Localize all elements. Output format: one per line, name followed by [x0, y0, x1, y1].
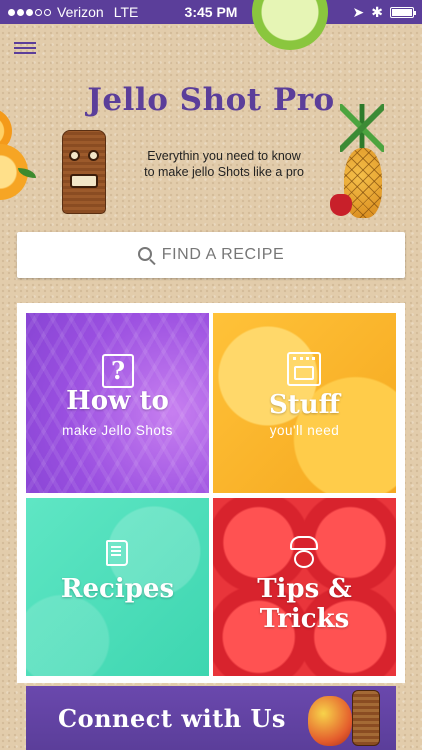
carrier-name: Verizon — [57, 4, 104, 20]
search-bar[interactable]: FIND A RECIPE — [17, 232, 405, 278]
tiki-mask-image — [62, 130, 106, 214]
strawberry-image — [330, 194, 352, 216]
menu-button[interactable] — [14, 42, 36, 56]
orange-slices-image — [0, 108, 48, 208]
book-icon — [106, 540, 128, 566]
hamburger-icon — [14, 42, 36, 44]
tagline-line-2: to make jello Shots like a pro — [144, 165, 304, 179]
bluetooth-icon: ✱ — [371, 3, 383, 20]
tagline: Everythin you need to know to make jello… — [124, 148, 324, 180]
tile-how-to[interactable]: How to make Jello Shots — [26, 313, 209, 493]
tile-recipes[interactable]: Recipes — [26, 498, 209, 676]
search-icon — [137, 246, 152, 261]
location-arrow-icon: ➤ — [352, 3, 365, 20]
tile-tips-and-tricks[interactable]: Tips & Tricks — [213, 498, 396, 676]
signal-strength-icon — [8, 8, 51, 16]
lime-slice-image — [252, 0, 328, 50]
tile-how-to-subtitle: make Jello Shots — [62, 423, 173, 438]
tile-stuff-subtitle: you'll need — [269, 423, 340, 438]
tile-stuff-title: Stuff — [268, 390, 341, 420]
search-placeholder: FIND A RECIPE — [161, 246, 285, 263]
question-icon: ? — [102, 354, 134, 388]
oven-icon — [287, 352, 321, 386]
tile-recipes-title: Recipes — [60, 574, 175, 604]
tagline-line-1: Everythin you need to know — [147, 149, 301, 163]
tiki-mask-small-image — [352, 690, 380, 746]
status-bar: Verizon LTE 3:45 PM ➤ ✱ — [0, 0, 422, 24]
tile-tips-title: Tips & Tricks — [257, 574, 352, 634]
chef-icon — [288, 536, 320, 570]
tile-stuff[interactable]: Stuff you'll need — [213, 313, 396, 493]
connect-label: Connect with Us — [58, 704, 286, 733]
network-type: LTE — [113, 4, 139, 20]
tile-how-to-title: How to — [66, 386, 169, 416]
connect-banner[interactable]: Connect with Us — [26, 686, 396, 750]
battery-icon — [390, 6, 416, 18]
mango-image — [308, 696, 352, 746]
